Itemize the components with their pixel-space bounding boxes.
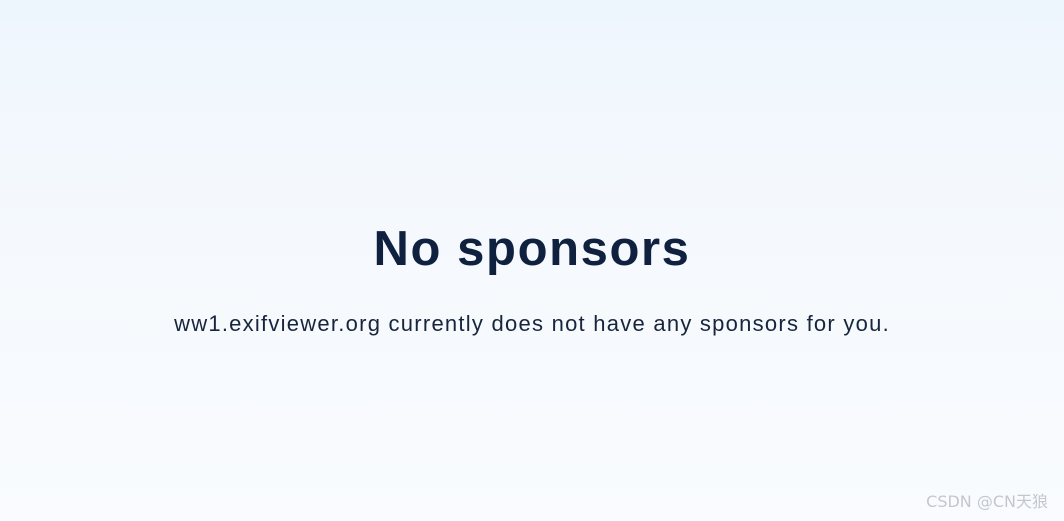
watermark: CSDN @CN天狼: [926, 492, 1048, 511]
sponsor-message: ww1.exifviewer.org currently does not ha…: [174, 311, 890, 336]
sponsor-page: No sponsors ww1.exifviewer.org currently…: [0, 0, 1064, 521]
page-title: No sponsors: [373, 222, 691, 276]
